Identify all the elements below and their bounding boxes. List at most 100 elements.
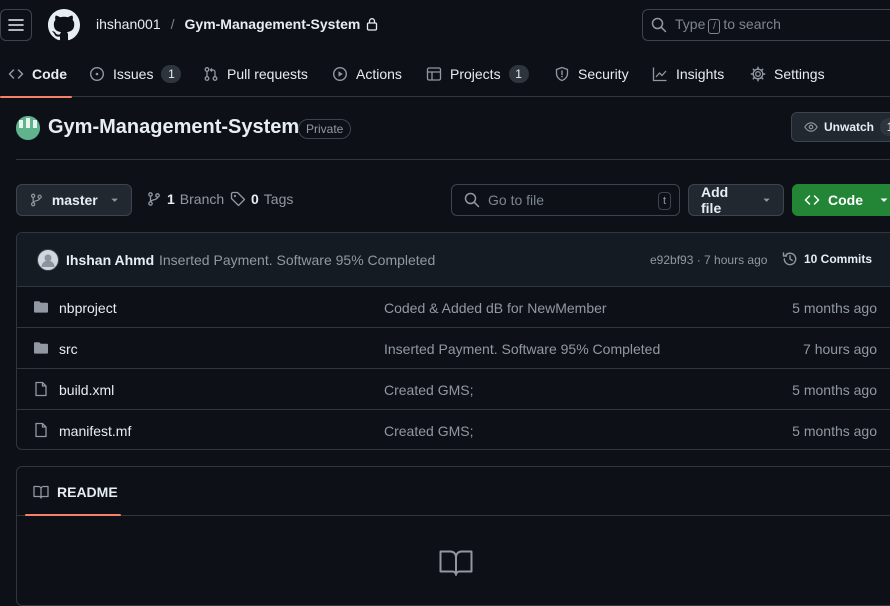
- code-icon: [8, 68, 24, 79]
- latest-commit-row: Ihshan Ahmd Inserted Payment. Software 9…: [17, 233, 890, 287]
- file-navigation-bar: master 1 Branch 0 Tags Go to file t Add …: [16, 184, 890, 216]
- branches-link[interactable]: 1 Branch: [146, 191, 224, 207]
- repo-nav-tabs: Code Issues 1 Pull requests Actions Proj…: [0, 50, 890, 98]
- unwatch-label: Unwatch: [823, 120, 874, 134]
- file-commit-message[interactable]: Created GMS;: [384, 382, 473, 398]
- readme-header: README: [17, 467, 890, 516]
- hamburger-menu-button[interactable]: [0, 9, 32, 41]
- file-name[interactable]: nbproject: [59, 300, 117, 316]
- file-name[interactable]: build.xml: [59, 382, 114, 398]
- owner-avatar[interactable]: [16, 116, 40, 140]
- graph-icon: [652, 67, 667, 81]
- tab-issues-label: Issues: [113, 65, 154, 82]
- go-to-file-input[interactable]: Go to file t: [451, 184, 680, 216]
- tab-pull-requests-label: Pull requests: [227, 65, 308, 82]
- commit-hash-time[interactable]: e92bf93 · 7 hours ago: [650, 253, 767, 267]
- search-icon: [651, 17, 667, 33]
- breadcrumb-owner-link[interactable]: ihshan001: [96, 16, 161, 32]
- shield-icon: [555, 66, 569, 81]
- file-commit-message[interactable]: Inserted Payment. Software 95% Completed: [384, 341, 660, 357]
- watch-count-badge: 1: [880, 118, 890, 136]
- commit-author[interactable]: Ihshan Ahmd: [66, 252, 154, 268]
- breadcrumb: ihshan001 / Gym-Management-System: [96, 16, 378, 32]
- code-icon: [804, 195, 820, 205]
- go-to-file-placeholder: Go to file: [488, 192, 545, 208]
- chevron-down-icon: [763, 198, 770, 202]
- visibility-badge: Private: [298, 119, 352, 139]
- tab-code[interactable]: Code: [0, 50, 72, 98]
- book-icon: [33, 485, 49, 499]
- branches-count: 1: [167, 191, 175, 207]
- gear-icon: [750, 66, 766, 81]
- tab-projects-label: Projects: [450, 65, 501, 82]
- readme-tab[interactable]: README: [33, 484, 118, 500]
- repo-title[interactable]: Gym-Management-System: [48, 116, 299, 139]
- branch-icon: [30, 193, 42, 207]
- top-bar: ihshan001 / Gym-Management-System Type / t…: [0, 0, 890, 50]
- issues-count-badge: 1: [161, 64, 182, 83]
- add-file-label: Add file: [701, 184, 729, 216]
- hamburger-icon: [8, 19, 24, 31]
- lock-icon: [367, 18, 378, 31]
- file-age: 5 months ago: [792, 382, 877, 398]
- file-icon: [35, 381, 47, 397]
- tags-count: 0: [251, 191, 259, 207]
- issue-icon: [89, 66, 105, 81]
- book-icon: [439, 550, 473, 576]
- tags-label: Tags: [263, 191, 294, 207]
- pull-request-icon: [204, 66, 218, 81]
- chevron-down-icon: [111, 198, 118, 202]
- github-logo-icon[interactable]: [48, 9, 80, 41]
- tab-projects[interactable]: Projects 1: [426, 50, 529, 97]
- breadcrumb-separator: /: [170, 16, 175, 32]
- tab-insights[interactable]: Insights: [652, 50, 724, 97]
- tag-icon: [230, 191, 246, 207]
- branch-name: master: [51, 192, 98, 208]
- add-file-button[interactable]: Add file: [688, 184, 784, 216]
- file-age: 5 months ago: [792, 300, 877, 316]
- code-dropdown-button[interactable]: Code: [792, 184, 890, 216]
- file-icon: [35, 422, 47, 438]
- go-to-file-shortcut-key: t: [657, 192, 671, 210]
- tab-security[interactable]: Security: [554, 50, 629, 97]
- tab-settings[interactable]: Settings: [750, 50, 825, 97]
- projects-count-badge: 1: [508, 64, 529, 83]
- file-commit-message[interactable]: Created GMS;: [384, 423, 473, 439]
- commits-count-label: 10 Commits: [804, 252, 873, 266]
- file-row[interactable]: manifest.mf Created GMS; 5 months ago: [17, 410, 890, 449]
- breadcrumb-repo-link[interactable]: Gym-Management-System: [185, 16, 361, 32]
- file-commit-message[interactable]: Coded & Added dB for NewMember: [384, 300, 607, 316]
- file-name[interactable]: manifest.mf: [59, 423, 131, 439]
- commit-message[interactable]: Inserted Payment. Software 95% Completed: [159, 252, 435, 268]
- play-icon: [332, 66, 348, 81]
- readme-tab-label: README: [57, 484, 118, 500]
- tab-actions[interactable]: Actions: [332, 50, 402, 97]
- search-shortcut-key: /: [708, 19, 721, 34]
- branch-icon: [148, 192, 160, 206]
- tab-actions-label: Actions: [356, 65, 402, 82]
- tab-issues[interactable]: Issues 1: [89, 50, 182, 97]
- code-button-label: Code: [828, 192, 863, 208]
- file-row[interactable]: build.xml Created GMS; 5 months ago: [17, 369, 890, 410]
- file-row[interactable]: src Inserted Payment. Software 95% Compl…: [17, 328, 890, 369]
- tags-link[interactable]: 0 Tags: [230, 191, 293, 207]
- file-row[interactable]: nbproject Coded & Added dB for NewMember…: [17, 287, 890, 328]
- file-name[interactable]: src: [59, 341, 78, 357]
- unwatch-button[interactable]: Unwatch 1: [791, 112, 890, 142]
- tab-code-label: Code: [32, 65, 67, 82]
- commit-author-avatar[interactable]: [37, 249, 59, 271]
- tab-settings-label: Settings: [774, 65, 825, 82]
- tab-insights-label: Insights: [676, 65, 725, 82]
- file-age: 7 hours ago: [803, 341, 877, 357]
- search-input[interactable]: Type / to search: [642, 9, 890, 41]
- tab-security-label: Security: [578, 65, 629, 82]
- tab-pull-requests[interactable]: Pull requests: [203, 50, 308, 97]
- file-age: 5 months ago: [792, 423, 877, 439]
- branches-label: Branch: [179, 191, 225, 207]
- active-tab-underline: [0, 96, 72, 98]
- readme-panel: README: [16, 466, 890, 606]
- branch-selector-button[interactable]: master: [16, 184, 132, 216]
- commits-history-link[interactable]: 10 Commits: [782, 251, 872, 267]
- file-list: Ihshan Ahmd Inserted Payment. Software 9…: [16, 232, 890, 450]
- active-tab-underline: [25, 514, 121, 516]
